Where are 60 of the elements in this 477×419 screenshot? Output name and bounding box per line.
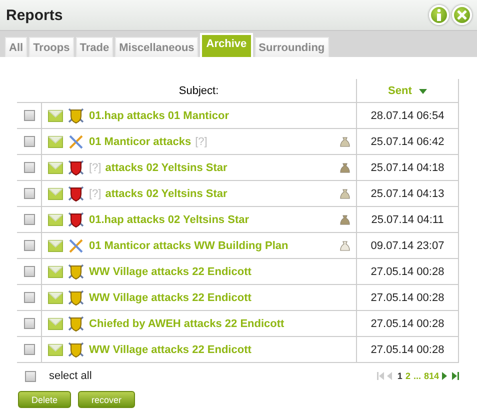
report-subject-link[interactable]: attacks 02 Yeltsins Star — [105, 188, 228, 200]
unknown-player-text: [?] — [89, 188, 102, 200]
checkbox[interactable] — [24, 318, 34, 330]
checkbox[interactable] — [24, 266, 34, 278]
delete-button[interactable]: Delete — [18, 391, 71, 408]
page-link[interactable]: 2 — [405, 371, 410, 381]
unknown-player-text: [?] — [195, 136, 208, 148]
sent-date: 27.05.14 00:28 — [370, 266, 444, 278]
page-link[interactable]: 814 — [424, 371, 439, 381]
envelope-icon — [48, 110, 63, 122]
tab[interactable]: Trade — [76, 37, 114, 57]
envelope-icon — [48, 344, 63, 356]
tab[interactable]: Surrounding — [254, 37, 329, 57]
checkbox[interactable] — [24, 214, 34, 226]
tab[interactable]: Archive — [200, 33, 253, 57]
envelope-icon — [48, 162, 63, 174]
envelope-icon — [48, 292, 63, 304]
sent-date: 27.05.14 00:28 — [370, 318, 444, 330]
recover-button[interactable]: recover — [78, 391, 135, 408]
window-title: Reports — [6, 6, 64, 24]
sent-date: 25.07.14 04:18 — [370, 162, 444, 174]
envelope-icon — [48, 318, 63, 330]
envelope-icon — [48, 240, 63, 252]
close-icon — [457, 10, 467, 20]
tab[interactable]: Miscellaneous — [115, 37, 198, 57]
report-subject-link[interactable]: attacks 02 Yeltsins Star — [105, 162, 228, 174]
sent-date: 27.05.14 00:28 — [370, 344, 444, 356]
sent-date: 25.07.14 06:42 — [370, 136, 444, 148]
page-link[interactable]: ... — [413, 371, 421, 381]
sent-date: 25.07.14 04:11 — [371, 214, 444, 226]
report-subject-link[interactable]: 01 Manticor attacks — [89, 136, 192, 148]
checkbox[interactable] — [24, 136, 34, 148]
info-icon — [436, 9, 442, 21]
sent-date: 25.07.14 04:13 — [370, 188, 444, 200]
unknown-player-text: [?] — [89, 162, 102, 174]
checkbox[interactable] — [25, 370, 36, 382]
column-header: Subject: — [178, 84, 219, 96]
next-page-icon[interactable] — [442, 372, 449, 380]
close-button[interactable] — [452, 5, 472, 25]
envelope-icon — [48, 188, 63, 200]
checkbox[interactable] — [24, 344, 34, 356]
sort-header[interactable]: Sent — [388, 84, 412, 96]
envelope-icon — [48, 266, 63, 278]
page-link[interactable]: 1 — [397, 371, 402, 381]
checkbox[interactable] — [24, 292, 34, 304]
sort-down-icon[interactable] — [418, 88, 427, 94]
sent-date: 09.07.14 23:07 — [370, 240, 444, 252]
tab[interactable]: Troops — [29, 37, 74, 57]
envelope-icon — [48, 136, 63, 148]
checkbox[interactable] — [24, 162, 34, 174]
sent-date: 27.05.14 00:28 — [370, 292, 444, 304]
info-button[interactable] — [429, 5, 449, 25]
checkbox[interactable] — [24, 110, 34, 122]
checkbox[interactable] — [24, 240, 34, 252]
last-page-icon[interactable] — [452, 372, 459, 380]
select-all-label[interactable]: select all — [49, 370, 378, 382]
envelope-icon — [48, 214, 63, 226]
sent-date: 28.07.14 06:54 — [370, 110, 444, 122]
tab[interactable]: All — [5, 37, 28, 57]
checkbox[interactable] — [24, 188, 34, 200]
